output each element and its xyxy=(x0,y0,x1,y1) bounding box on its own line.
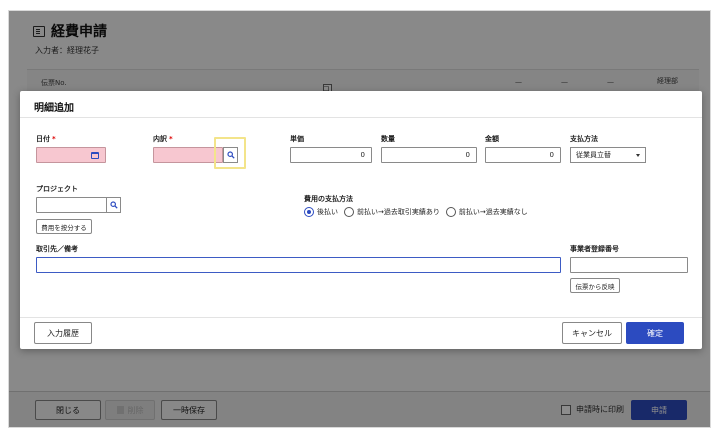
breakdown-input[interactable] xyxy=(153,147,223,163)
unit-price-label: 単価 xyxy=(290,135,304,143)
caret-down-icon xyxy=(636,153,640,157)
radio-pay-later[interactable]: 後払い xyxy=(304,207,338,217)
confirm-button[interactable]: 確定 xyxy=(626,322,684,344)
radio-dot[interactable] xyxy=(445,207,456,217)
registration-no-label: 事業者登録番号 xyxy=(570,245,619,253)
amount-input[interactable]: 0 xyxy=(485,147,561,163)
allocate-cost-button[interactable]: 費用を按分する xyxy=(36,219,92,234)
expense-payment-radio-group: 後払い 前払い→過去取引実績あり 前払い→過去実績なし xyxy=(304,207,534,217)
radio-dot[interactable] xyxy=(304,207,314,217)
registration-no-input[interactable] xyxy=(570,257,688,273)
add-detail-dialog: 明細追加 日付 * 内訳 * 単価 0 数量 0 金額 0 支払方法 従業員立替 プ… xyxy=(20,91,702,349)
project-label: プロジェクト xyxy=(36,185,78,193)
cancel-button[interactable]: キャンセル xyxy=(562,322,622,344)
breakdown-label: 内訳 * xyxy=(153,135,173,143)
project-input[interactable] xyxy=(36,197,107,213)
reflect-from-slip-button[interactable]: 伝票から反映 xyxy=(570,278,620,293)
amount-label: 金額 xyxy=(485,135,499,143)
radio-prepay-history[interactable]: 前払い→過去取引実績あり xyxy=(344,207,440,217)
dialog-divider xyxy=(20,317,702,318)
date-input[interactable] xyxy=(36,147,106,163)
expense-payment-label: 費用の支払方法 xyxy=(304,195,353,203)
radio-dot[interactable] xyxy=(344,207,354,217)
input-history-button[interactable]: 入力履歴 xyxy=(34,322,92,344)
dialog-divider xyxy=(20,117,702,118)
project-search-button[interactable] xyxy=(106,197,121,213)
partner-note-input[interactable] xyxy=(36,257,561,273)
quantity-input[interactable]: 0 xyxy=(381,147,477,163)
highlight-box xyxy=(214,137,246,169)
date-label: 日付 * xyxy=(36,135,56,143)
radio-prepay-no-history[interactable]: 前払い→過去実績なし xyxy=(445,207,528,217)
search-icon xyxy=(109,201,118,209)
quantity-label: 数量 xyxy=(381,135,395,143)
calendar-icon[interactable] xyxy=(91,151,99,159)
dialog-title: 明細追加 xyxy=(34,103,74,114)
app-window: 経費申請 入力者：経理花子 伝票No. コード入力する — — — 経理部 閉じ… xyxy=(8,10,711,428)
payment-method-select[interactable]: 従業員立替 xyxy=(570,147,646,163)
payment-method-label: 支払方法 xyxy=(570,135,598,143)
unit-price-input[interactable]: 0 xyxy=(290,147,372,163)
partner-note-label: 取引先／備考 xyxy=(36,245,78,253)
